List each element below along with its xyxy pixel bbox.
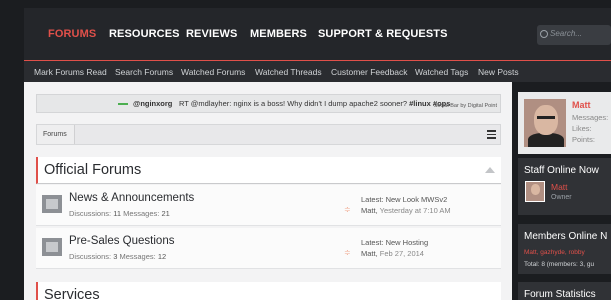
forum-row-news-announcements: News & Announcements Discussions: 11 Mes… xyxy=(36,185,501,226)
messages-count: 12 xyxy=(157,252,167,261)
staff-name[interactable]: Matt xyxy=(551,182,568,192)
forum-row-pre-sales-questions: Pre-Sales Questions Discussions: 3 Messa… xyxy=(36,228,501,269)
staff-online-title: Staff Online Now xyxy=(524,165,599,176)
link-new-posts[interactable]: New Posts xyxy=(478,67,519,77)
search-placeholder: Search... xyxy=(550,29,583,38)
latest-post-title[interactable]: Latest: New Hosting xyxy=(361,238,428,247)
social-handle[interactable]: @nginxorg xyxy=(133,99,172,108)
menu-icon[interactable] xyxy=(487,130,496,139)
forum-statistics-title: Forum Statistics xyxy=(524,289,596,300)
sub-navigation: Mark Forums Read Search Forums Watched F… xyxy=(24,60,611,82)
link-mark-forums-read[interactable]: Mark Forums Read xyxy=(34,67,107,77)
rss-icon[interactable]: ≑ xyxy=(344,205,351,214)
discussions-label: Discussions: xyxy=(69,252,112,261)
members-online-panel: Members Online N Matt, gazhyde, robby To… xyxy=(518,224,611,274)
latest-post-author[interactable]: Matt xyxy=(361,249,376,258)
rss-icon[interactable]: ≑ xyxy=(344,248,351,257)
search-input[interactable]: Search... xyxy=(537,25,611,45)
breadcrumb: Forums xyxy=(36,124,501,145)
top-navigation: FORUMS RESOURCES REVIEWS MEMBERS SUPPORT… xyxy=(24,8,611,60)
category-header-services: Services xyxy=(36,282,501,300)
visitor-messages-label: Messages: xyxy=(572,113,609,122)
category-title[interactable]: Official Forums xyxy=(44,162,141,178)
visitor-points-label: Points: xyxy=(572,135,595,144)
social-bar: @nginxorg RT @mdlayher: nginx is a boss!… xyxy=(36,94,501,113)
breadcrumb-item-forums[interactable]: Forums xyxy=(37,125,75,144)
forum-stats: Discussions: 11 Messages: 21 xyxy=(69,209,170,218)
collapse-icon[interactable] xyxy=(485,167,495,173)
link-search-forums[interactable]: Search Forums xyxy=(115,67,173,77)
messages-label: Messages: xyxy=(119,252,156,261)
discussions-count: 11 xyxy=(113,209,121,218)
latest-post-time: Yesterday at 7:10 AM xyxy=(379,206,451,215)
latest-post-time: Feb 27, 2014 xyxy=(379,249,424,258)
tab-reviews[interactable]: REVIEWS xyxy=(186,28,237,40)
latest-post-meta: Matt, Yesterday at 7:10 AM xyxy=(361,206,451,215)
social-tweet: RT @mdlayher: nginx is a boss! Why didn'… xyxy=(179,99,450,108)
category-title[interactable]: Services xyxy=(44,287,100,300)
latest-post-title[interactable]: Latest: New Look MWSv2 xyxy=(361,195,447,204)
visitor-username[interactable]: Matt xyxy=(572,100,591,110)
staff-role: Owner xyxy=(551,194,572,201)
avatar[interactable] xyxy=(525,181,545,202)
discussions-count: 3 xyxy=(113,252,118,261)
forum-stats: Discussions: 3 Messages: 12 xyxy=(69,252,166,261)
social-bar-credit[interactable]: Social Bar by Digital Point xyxy=(434,103,497,109)
forum-icon xyxy=(42,195,62,213)
link-customer-feedback[interactable]: Customer Feedback xyxy=(331,67,408,77)
link-watched-threads[interactable]: Watched Threads xyxy=(255,67,322,77)
forum-statistics-panel: Forum Statistics xyxy=(518,282,611,300)
tab-forums[interactable]: FORUMS xyxy=(48,28,96,40)
forum-title[interactable]: News & Announcements xyxy=(69,192,194,204)
members-online-total: Total: 8 (members: 3, gu xyxy=(524,261,595,268)
forum-title[interactable]: Pre-Sales Questions xyxy=(69,235,174,247)
discussions-label: Discussions: xyxy=(69,209,112,218)
status-indicator xyxy=(118,103,128,105)
forum-icon xyxy=(42,238,62,256)
link-watched-tags[interactable]: Watched Tags xyxy=(415,67,468,77)
tab-resources[interactable]: RESOURCES xyxy=(109,28,180,40)
category-header-official-forums: Official Forums xyxy=(36,157,501,184)
messages-label: Messages: xyxy=(123,209,160,218)
tab-members[interactable]: MEMBERS xyxy=(250,28,307,40)
main-content: @nginxorg RT @mdlayher: nginx is a boss!… xyxy=(24,82,512,300)
messages-count: 21 xyxy=(161,209,170,218)
visitor-panel: Matt Messages: Likes: Points: xyxy=(518,92,611,154)
tab-support-requests[interactable]: SUPPORT & REQUESTS xyxy=(318,28,448,40)
visitor-likes-label: Likes: xyxy=(572,124,592,133)
latest-post-meta: Matt, Feb 27, 2014 xyxy=(361,249,424,258)
link-watched-forums[interactable]: Watched Forums xyxy=(181,67,245,77)
avatar[interactable] xyxy=(524,99,566,147)
members-online-title: Members Online N xyxy=(524,231,608,242)
search-icon xyxy=(540,30,548,38)
latest-post-author[interactable]: Matt xyxy=(361,206,376,215)
members-online-list[interactable]: Matt, gazhyde, robby xyxy=(524,249,585,256)
staff-online-panel: Staff Online Now Matt Owner xyxy=(518,158,611,215)
tweet-text: RT @mdlayher: nginx is a boss! Why didn'… xyxy=(179,99,410,108)
